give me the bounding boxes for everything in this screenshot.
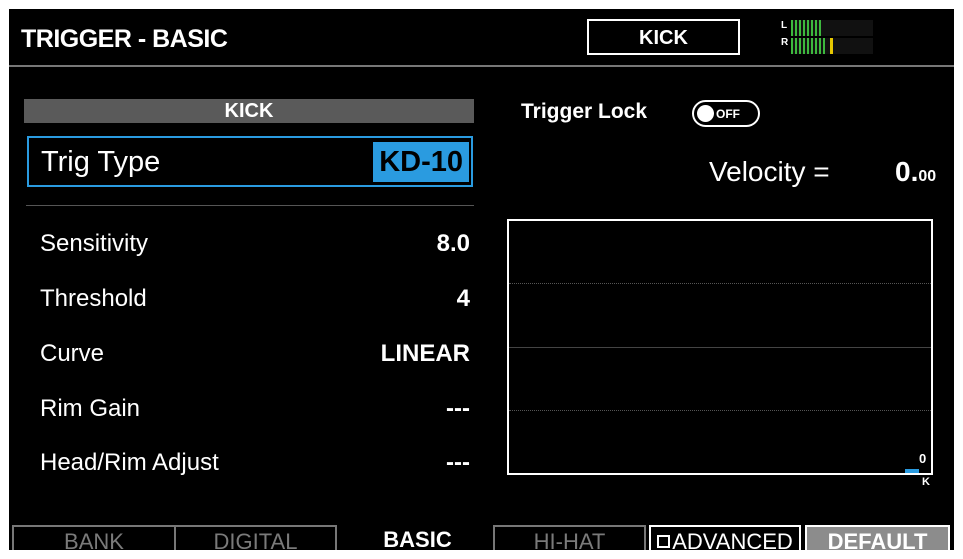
toggle-state: OFF: [716, 107, 740, 121]
instrument-display: KICK: [587, 19, 740, 55]
meter-left-segments: [791, 20, 821, 36]
title-divider: [9, 65, 954, 67]
meter-left-label: L: [781, 20, 788, 31]
param-name: Head/Rim Adjust: [40, 449, 219, 476]
velocity-value: 0.00: [895, 156, 936, 188]
graph-gridline: [509, 410, 931, 411]
instrument-name: KICK: [639, 27, 688, 49]
graph-gridline: [509, 347, 931, 348]
param-curve[interactable]: Curve LINEAR: [40, 340, 470, 370]
default-button[interactable]: DEFAULT: [805, 525, 950, 550]
velocity-int: 0.: [895, 156, 919, 187]
param-value: 4: [456, 285, 470, 312]
trig-type-label: Trig Type: [41, 146, 161, 178]
meter-right-segments: [791, 38, 833, 54]
title-bar: TRIGGER - BASIC KICK L R: [9, 9, 954, 67]
toggle-knob-icon: [697, 105, 714, 122]
page-title: TRIGGER - BASIC: [21, 25, 228, 53]
param-value: 8.0: [436, 230, 470, 257]
tab-digital[interactable]: DIGITAL: [174, 525, 337, 550]
param-threshold[interactable]: Threshold 4: [40, 285, 470, 315]
param-value: LINEAR: [380, 340, 470, 367]
velocity-graph: [507, 219, 933, 475]
external-link-icon: [657, 534, 671, 548]
graph-value-label: 0: [919, 451, 927, 466]
meter-right-label: R: [781, 37, 789, 48]
trig-type-value[interactable]: KD-10: [373, 142, 469, 182]
advanced-label: ADVANCED: [672, 529, 793, 550]
param-sensitivity[interactable]: Sensitivity 8.0: [40, 230, 470, 260]
param-name: Threshold: [40, 285, 147, 312]
graph-pad-label: K: [922, 476, 930, 488]
tab-bank[interactable]: BANK: [12, 525, 176, 550]
trigger-lock-label: Trigger Lock: [521, 100, 648, 123]
trigger-lock-toggle[interactable]: OFF: [692, 100, 760, 127]
tab-basic[interactable]: BASIC: [335, 525, 500, 550]
velocity-label: Velocity =: [709, 156, 830, 187]
pad-section-label: KICK: [24, 99, 474, 123]
param-name: Curve: [40, 340, 105, 367]
param-divider: [26, 205, 474, 206]
param-value: ---: [446, 395, 470, 422]
device-screen: TRIGGER - BASIC KICK L R KICK Trig Type …: [9, 9, 954, 550]
level-meter: L R: [781, 19, 876, 57]
meter-left-bar: [791, 20, 873, 36]
velocity-dec: 00: [918, 168, 937, 185]
graph-level-marker: [905, 469, 919, 473]
param-rim-gain[interactable]: Rim Gain ---: [40, 395, 470, 425]
tab-hihat[interactable]: HI-HAT: [493, 525, 646, 550]
advanced-button[interactable]: ADVANCED: [649, 525, 801, 550]
param-name: Sensitivity: [40, 230, 149, 257]
meter-right-bar: [791, 38, 873, 54]
trig-type-row[interactable]: Trig Type KD-10: [27, 136, 473, 187]
param-head-rim-adjust[interactable]: Head/Rim Adjust ---: [40, 449, 470, 479]
param-name: Rim Gain: [40, 395, 141, 422]
param-value: ---: [446, 449, 470, 476]
graph-gridline: [509, 283, 931, 284]
